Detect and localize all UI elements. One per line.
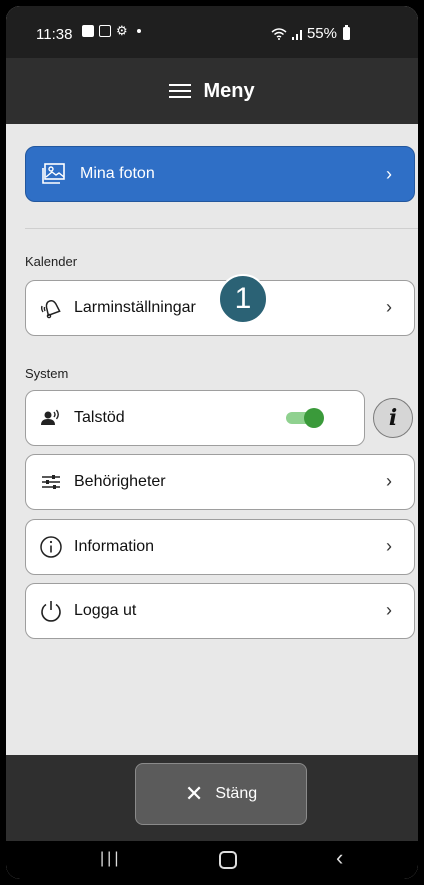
back-icon[interactable]: ‹ bbox=[336, 845, 343, 871]
step-badge: 1 bbox=[218, 274, 268, 324]
alarm-bell-icon bbox=[38, 295, 64, 321]
photo-icon bbox=[42, 163, 66, 185]
chevron-right-icon: › bbox=[386, 297, 392, 317]
chevron-right-icon: › bbox=[386, 600, 392, 620]
chevron-right-icon: › bbox=[386, 164, 392, 184]
home-icon[interactable] bbox=[219, 851, 237, 869]
info-icon: i bbox=[388, 405, 398, 431]
permissions-item[interactable]: Behörigheter › bbox=[25, 454, 415, 510]
recent-apps-icon[interactable]: ||| bbox=[100, 850, 121, 868]
close-icon: ✕ bbox=[184, 781, 204, 806]
info-circle-icon bbox=[38, 534, 64, 560]
power-icon bbox=[38, 598, 64, 624]
information-item[interactable]: Information › bbox=[25, 519, 415, 575]
signal-icon bbox=[291, 29, 302, 40]
calendar-section-label: Kalender bbox=[25, 254, 78, 269]
camera-notification-icon bbox=[99, 25, 111, 37]
my-photos-button[interactable]: Mina foton › bbox=[25, 146, 415, 202]
more-notifications-dot-icon bbox=[136, 29, 141, 33]
system-nav-bar: ||| ‹ bbox=[6, 841, 418, 879]
speaking-person-icon bbox=[38, 405, 64, 431]
speech-support-label: Talstöd bbox=[74, 409, 125, 426]
speech-support-toggle[interactable] bbox=[286, 408, 324, 428]
wifi-icon bbox=[271, 27, 287, 40]
close-label: Stäng bbox=[215, 785, 258, 802]
speech-support-info-button[interactable]: i bbox=[373, 398, 413, 438]
status-bar: 11:38 ⚙ 55% bbox=[6, 6, 418, 58]
alarm-settings-label: Larminställningar bbox=[74, 299, 196, 316]
permissions-label: Behörigheter bbox=[74, 473, 166, 490]
logout-item[interactable]: Logga ut › bbox=[25, 583, 415, 639]
page-title: Meny bbox=[203, 79, 255, 102]
divider bbox=[25, 228, 418, 229]
status-notification-icons: ⚙ bbox=[82, 23, 141, 38]
chevron-right-icon: › bbox=[386, 471, 392, 491]
status-time: 11:38 bbox=[36, 26, 73, 43]
information-label: Information bbox=[74, 538, 155, 555]
gallery-notification-icon bbox=[82, 25, 94, 37]
footer-bar: ✕ Stäng bbox=[6, 755, 418, 841]
speech-support-item[interactable]: Talstöd bbox=[25, 390, 365, 446]
app-header: Meny bbox=[6, 58, 418, 124]
system-section-label: System bbox=[25, 366, 69, 381]
battery-percent: 55% bbox=[306, 25, 337, 42]
sliders-icon bbox=[38, 469, 64, 495]
my-photos-label: Mina foton bbox=[80, 165, 155, 182]
chevron-right-icon: › bbox=[386, 536, 392, 556]
settings-notification-icon: ⚙ bbox=[116, 23, 128, 38]
battery-icon bbox=[343, 25, 350, 40]
screen: 11:38 ⚙ 55% Meny Mina foton › Kalender L… bbox=[6, 6, 418, 879]
menu-icon[interactable] bbox=[169, 84, 192, 98]
menu-content: Mina foton › Kalender Larminställningar … bbox=[6, 124, 418, 755]
phone-frame: 11:38 ⚙ 55% Meny Mina foton › Kalender L… bbox=[0, 0, 424, 885]
status-right: 55% bbox=[271, 25, 350, 42]
logout-label: Logga ut bbox=[74, 602, 137, 619]
close-button[interactable]: ✕ Stäng bbox=[135, 763, 307, 825]
